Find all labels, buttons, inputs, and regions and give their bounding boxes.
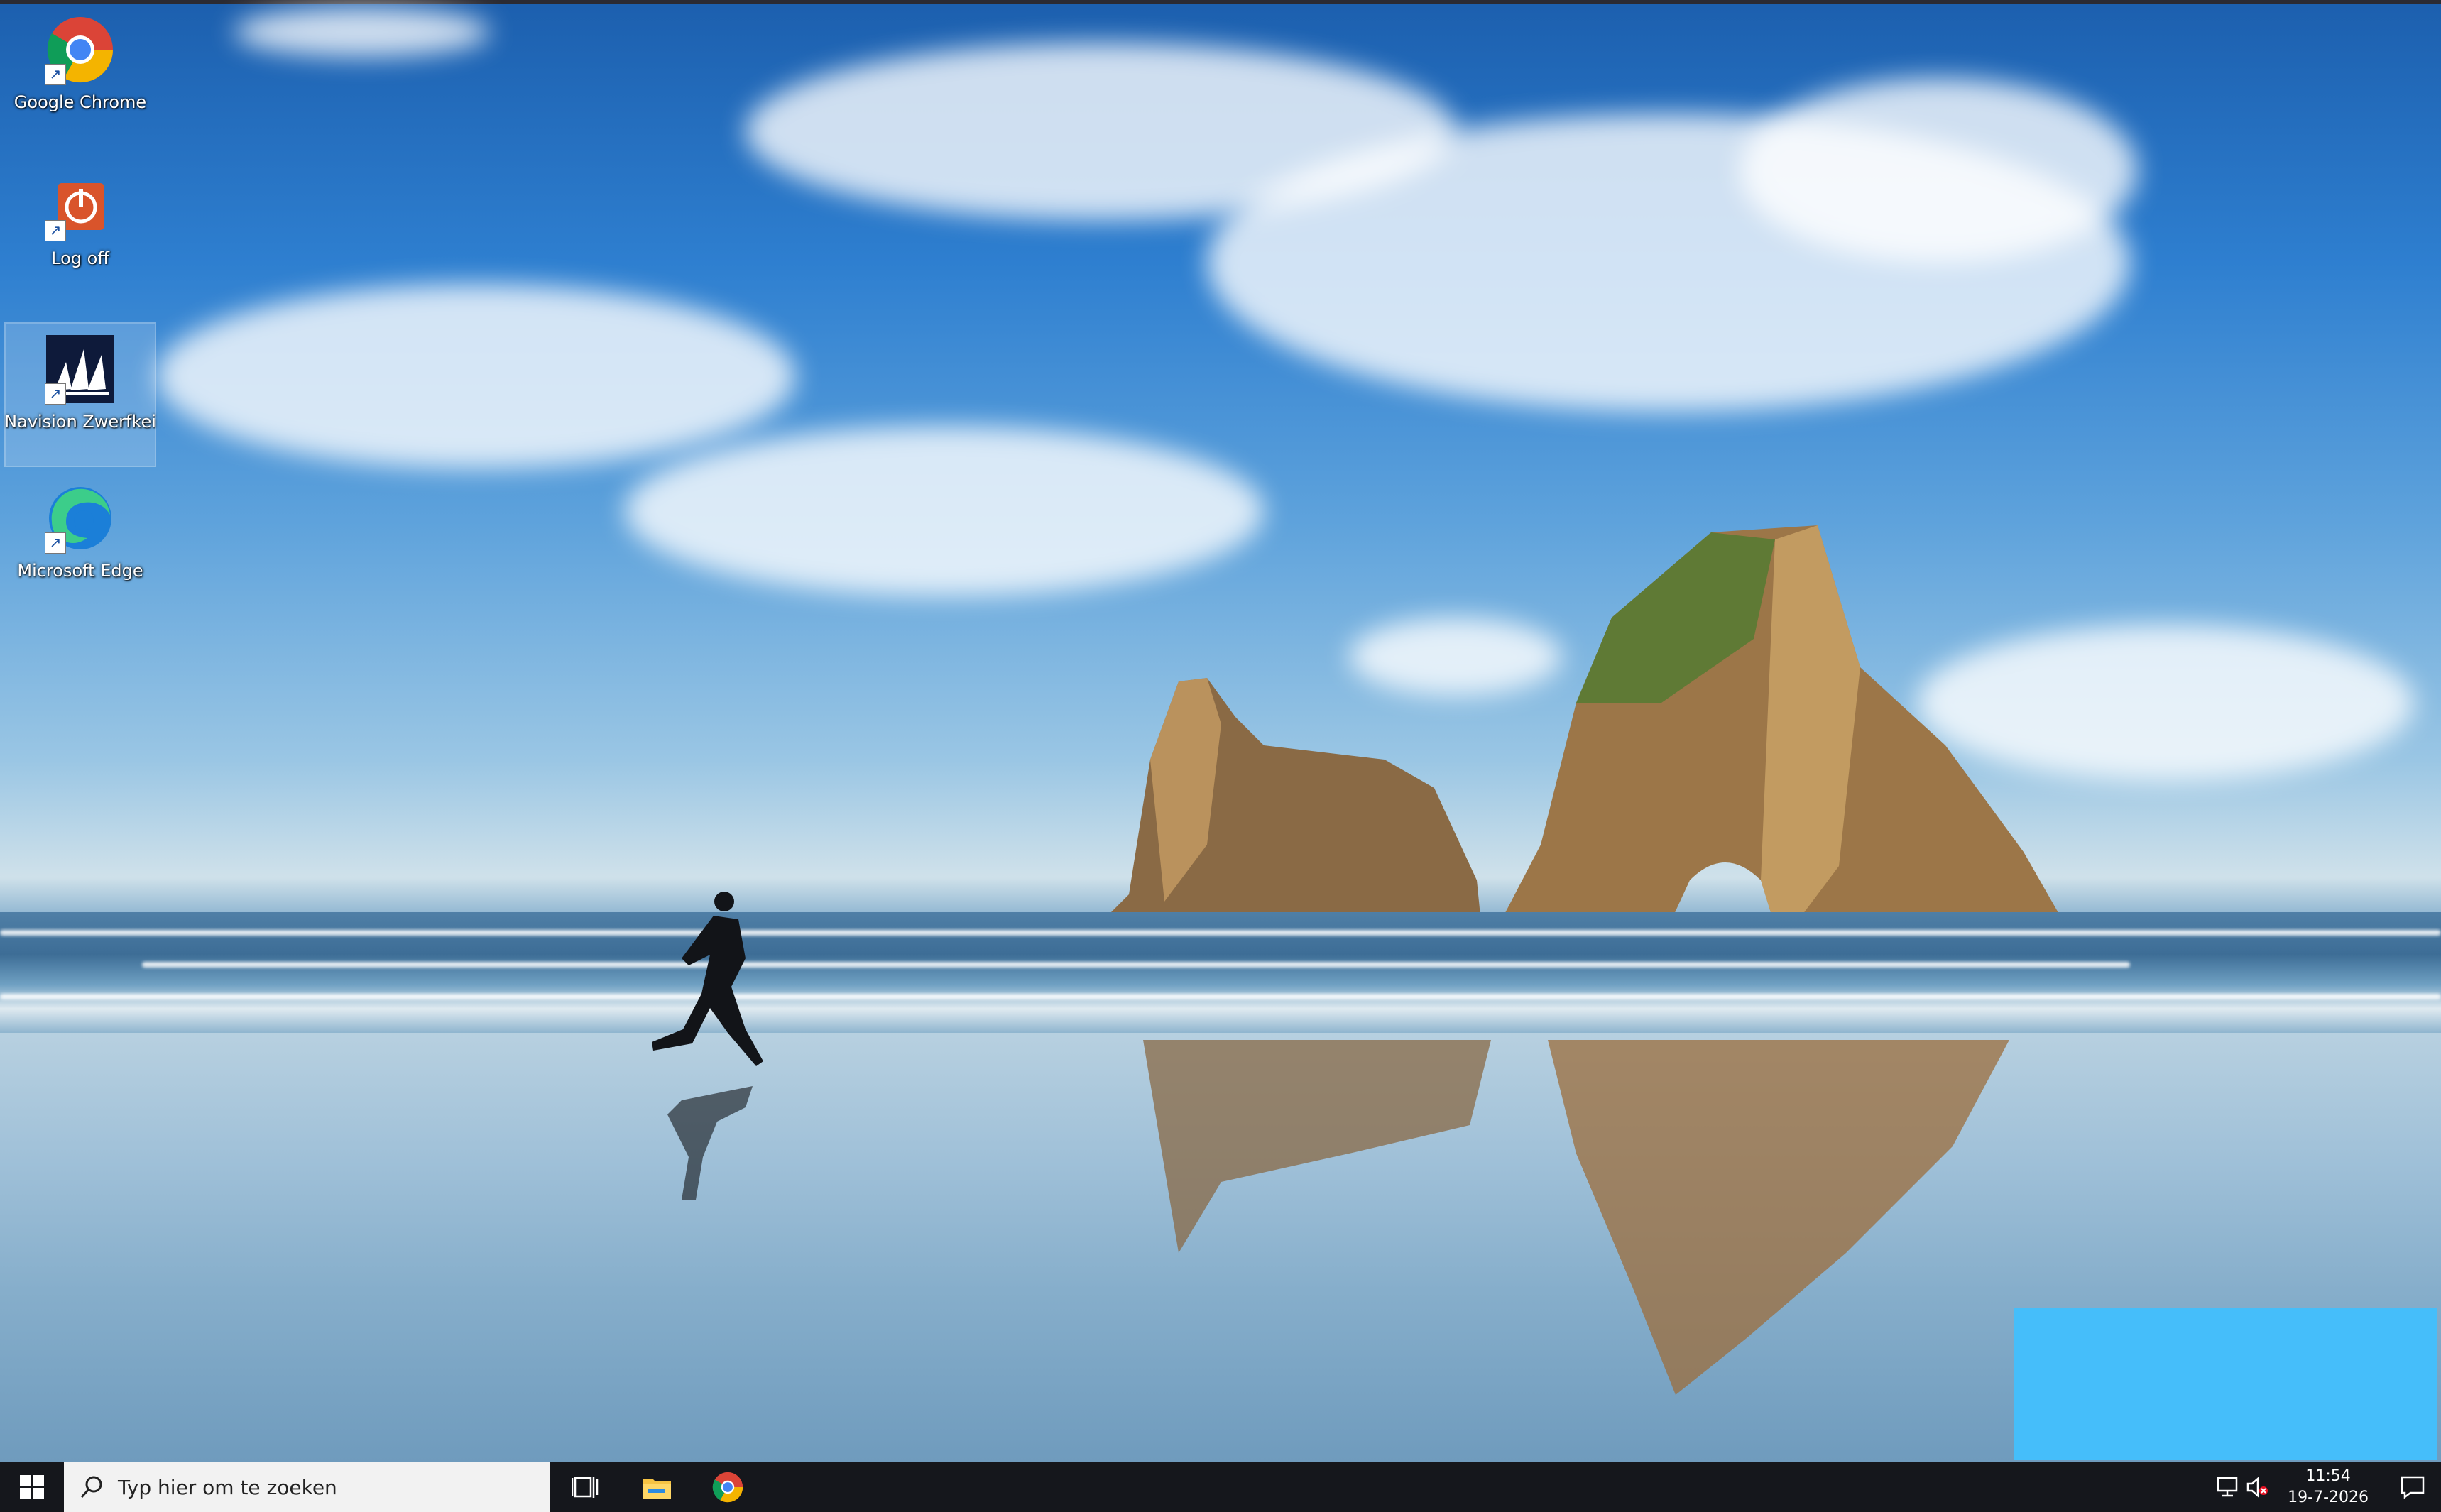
start-button[interactable] [0,1462,64,1512]
taskbar-clock[interactable]: 11:54 19-7-2026 [2272,1466,2384,1508]
cloud [234,7,490,57]
shortcut-arrow-icon: ↗ [45,220,66,241]
cloud [625,426,1264,596]
search-placeholder: Typ hier om te zoeken [118,1475,337,1499]
rock-reflection [1143,1040,2009,1395]
navision-icon: ↗ [45,334,116,405]
shortcut-arrow-icon: ↗ [45,383,66,405]
search-icon [80,1476,102,1499]
sea [0,912,2441,1033]
taskbar: Typ hier om te zoeken 11:54 19-7-2026 [0,1462,2441,1512]
log-off-icon: ↗ [45,170,116,241]
desktop-icon-google-chrome[interactable]: ↗ Google Chrome [6,4,155,146]
volume-tray-button[interactable] [2242,1462,2272,1512]
cloud [1740,78,2137,263]
desktop-icon-label: Google Chrome [13,92,147,112]
task-view-icon [572,1477,599,1498]
edge-icon: ↗ [45,483,116,554]
top-border [0,0,2441,4]
clock-date: 19-7-2026 [2288,1489,2369,1506]
wave-foam [0,930,2441,936]
desktop-icon-label: Microsoft Edge [17,561,143,581]
desktop-icon-label: Navision Zwerfkei [4,412,156,432]
chrome-taskbar-button[interactable] [692,1462,763,1512]
desktop-icon-log-off[interactable]: ↗ Log off [6,160,155,302]
desktop-icon-label: Log off [51,248,109,268]
shortcut-arrow-icon: ↗ [45,532,66,554]
file-explorer-button[interactable] [621,1462,692,1512]
action-center-button[interactable] [2384,1462,2441,1512]
desktop-icon-navision-zwerfkei[interactable]: ↗ Navision Zwerfkei [4,322,156,467]
runner-silhouette [652,892,763,1200]
network-tray-button[interactable] [2212,1462,2242,1512]
desktop-icon-microsoft-edge[interactable]: ↗ Microsoft Edge [6,473,155,615]
file-explorer-icon [643,1479,671,1499]
cloud [156,284,795,469]
wave-foam [0,994,2441,999]
taskbar-search-box[interactable]: Typ hier om te zoeken [64,1462,550,1512]
rock-left [1108,678,1480,916]
notification-icon [2401,1476,2425,1499]
system-tray: 11:54 19-7-2026 [2212,1462,2441,1512]
clock-time: 11:54 [2305,1467,2351,1485]
chrome-icon [712,1472,743,1503]
volume-muted-icon [2246,1477,2268,1498]
windows-start-icon [20,1475,44,1499]
chrome-icon: ↗ [45,14,116,85]
overlay-rectangle [2014,1308,2437,1460]
network-icon [2217,1477,2238,1497]
task-view-button[interactable] [550,1462,621,1512]
shortcut-arrow-icon: ↗ [45,64,66,85]
wave-foam [142,962,2130,968]
rock-arch [1498,525,2066,926]
desktop-wallpaper: ↗ Google Chrome ↗ Log off ↗ Navision Zwe… [0,0,2441,1462]
